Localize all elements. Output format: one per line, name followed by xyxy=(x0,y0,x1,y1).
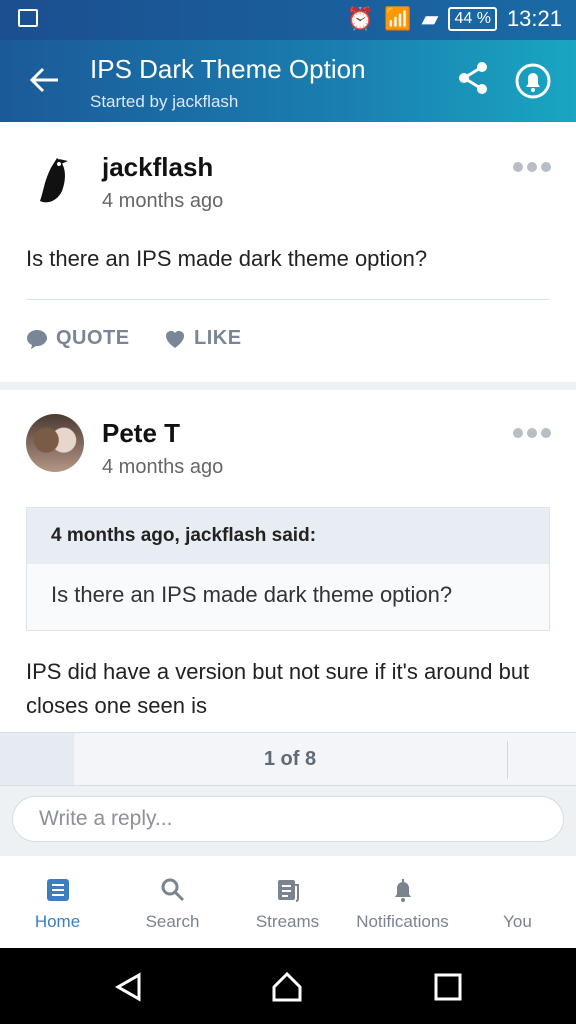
more-options-icon[interactable] xyxy=(513,162,551,174)
like-label: LIKE xyxy=(194,327,242,349)
tab-label: Notifications xyxy=(356,912,449,931)
pagination-bar: 1 of 8 xyxy=(0,732,576,786)
post-time: 4 months ago xyxy=(102,190,224,212)
tab-label: Streams xyxy=(255,912,320,931)
reply-bar: Write a reply... xyxy=(0,786,576,856)
app-header: IPS Dark Theme Option Started by jackfla… xyxy=(0,40,576,122)
search-icon xyxy=(161,878,184,902)
quote-header: 4 months ago, jackflash said: xyxy=(27,508,549,564)
like-button[interactable]: LIKE xyxy=(164,327,242,350)
tab-streams[interactable]: Streams xyxy=(230,856,345,948)
post-time: 4 months ago xyxy=(102,456,224,478)
heart-icon xyxy=(166,330,184,348)
author-name[interactable]: Pete T xyxy=(102,418,180,449)
tab-search[interactable]: Search xyxy=(115,856,230,948)
more-options-icon[interactable] xyxy=(513,428,551,440)
tab-home[interactable]: Home xyxy=(0,856,115,948)
post-content: Is there an IPS made dark theme option? xyxy=(26,246,428,271)
quote-icon xyxy=(27,329,47,349)
page-subtitle: Started by jackflash xyxy=(90,92,239,111)
tab-label: Search xyxy=(145,912,200,931)
notifications-icon xyxy=(394,879,411,902)
gallery-notification-icon xyxy=(18,9,38,27)
signal-icon: ▰ xyxy=(421,6,439,31)
bottom-tab-bar: Home Search Streams Notifications You xyxy=(0,856,576,948)
previous-page-button[interactable] xyxy=(0,733,74,785)
status-icons: ⏰ 📶 ▰ 44 % 13:21 xyxy=(347,6,562,32)
post-card: Pete T 4 months ago 4 months ago, jackfl… xyxy=(0,390,576,732)
share-icon[interactable] xyxy=(456,60,490,96)
follow-notification-icon[interactable] xyxy=(514,62,552,100)
home-icon xyxy=(46,879,69,901)
wifi-icon: 📶 xyxy=(384,6,412,31)
avatar xyxy=(26,150,84,208)
system-navigation-bar xyxy=(0,948,576,1024)
quote-label: QUOTE xyxy=(56,327,130,349)
quote-text: Is there an IPS made dark theme option? xyxy=(51,582,453,607)
back-triangle-icon[interactable] xyxy=(112,970,146,1004)
tab-label: You xyxy=(503,912,532,931)
author-name[interactable]: jackflash xyxy=(102,152,213,183)
tab-label: Home xyxy=(34,912,81,931)
battery-indicator: 44 % xyxy=(448,7,497,31)
post-content: IPS did have a version but not sure if i… xyxy=(26,659,530,718)
home-button-icon[interactable] xyxy=(270,970,304,1004)
alarm-icon: ⏰ xyxy=(346,6,375,31)
status-bar: ⏰ 📶 ▰ 44 % 13:21 xyxy=(0,0,576,40)
reply-input[interactable]: Write a reply... xyxy=(12,796,564,842)
divider xyxy=(507,741,508,779)
divider xyxy=(26,299,550,300)
avatar xyxy=(26,414,84,472)
post-card: jackflash 4 months ago Is there an IPS m… xyxy=(0,122,576,382)
tab-notifications[interactable]: Notifications xyxy=(345,856,460,948)
page-indicator[interactable]: 1 of 8 xyxy=(74,733,506,785)
page-title: IPS Dark Theme Option xyxy=(90,54,366,84)
quote-button[interactable]: QUOTE xyxy=(26,327,130,350)
recent-apps-icon[interactable] xyxy=(431,970,465,1004)
clock: 13:21 xyxy=(506,6,562,31)
tab-you[interactable]: You xyxy=(460,856,575,948)
streams-icon xyxy=(277,880,299,902)
back-arrow-icon[interactable] xyxy=(28,62,62,98)
quoted-post: 4 months ago, jackflash said: Is there a… xyxy=(26,507,550,631)
